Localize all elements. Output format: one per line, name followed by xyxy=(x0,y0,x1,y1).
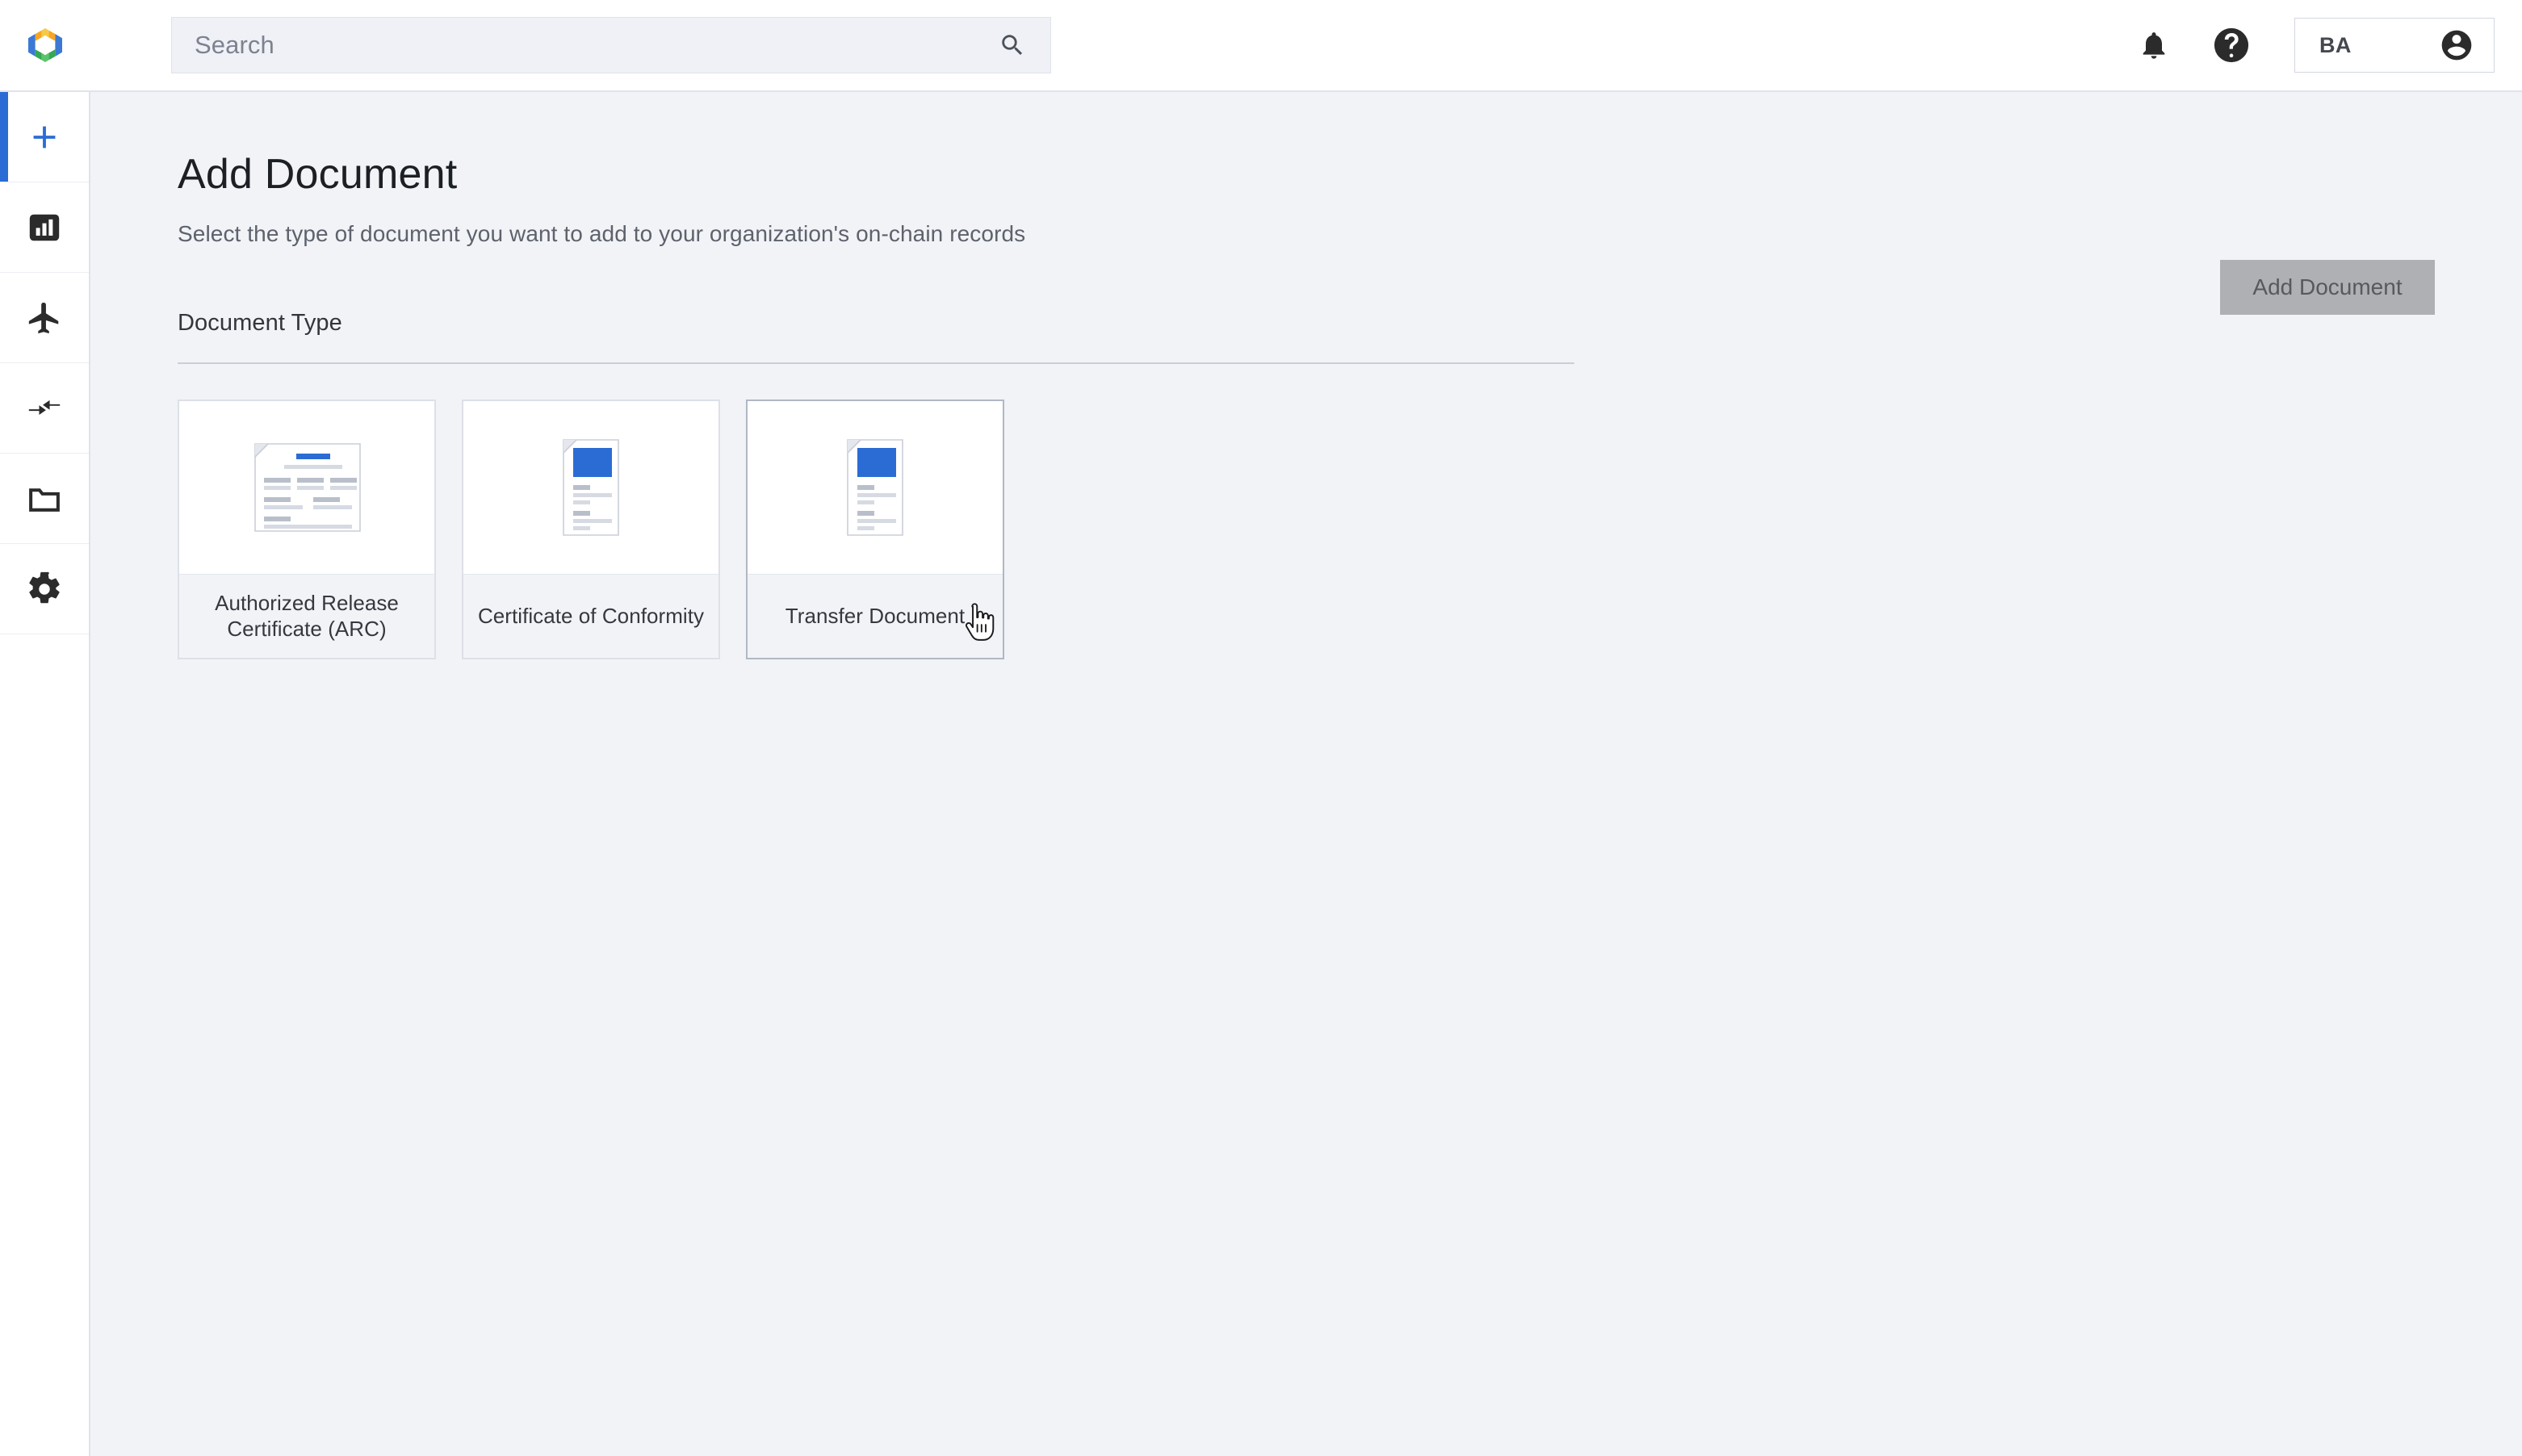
gear-icon xyxy=(29,571,60,603)
sidebar-item-settings[interactable] xyxy=(0,544,89,634)
plus-icon xyxy=(33,126,56,148)
account-initials: BA xyxy=(2319,32,2352,57)
header-actions: BA xyxy=(2115,6,2495,84)
help-circle-icon xyxy=(2214,27,2249,63)
main-content: Add Document Select the type of document… xyxy=(90,92,2522,1456)
page-header: Add Document Select the type of document… xyxy=(90,92,2522,315)
document-portrait-thumbnail xyxy=(563,439,619,536)
help-button[interactable] xyxy=(2193,6,2270,84)
card-thumbnail xyxy=(748,401,1003,574)
sidebar-item-aircraft[interactable] xyxy=(0,273,89,363)
card-footer: Authorized Release Certificate (ARC) xyxy=(179,574,434,658)
card-thumbnail xyxy=(463,401,718,574)
account-circle-icon xyxy=(2441,30,2472,61)
bar-chart-icon xyxy=(29,214,60,241)
document-type-card-arc[interactable]: Authorized Release Certificate (ARC) xyxy=(178,400,436,659)
body: Add Document Select the type of document… xyxy=(0,92,2522,1456)
account-menu[interactable]: BA xyxy=(2294,18,2495,73)
card-label: Authorized Release Certificate (ARC) xyxy=(215,590,399,641)
document-type-label: Document Type xyxy=(178,310,342,336)
card-footer: Certificate of Conformity xyxy=(463,574,718,658)
document-type-list: Authorized Release Certificate (ARC) i xyxy=(178,400,2522,659)
sidebar-item-documents[interactable] xyxy=(0,454,89,544)
card-thumbnail xyxy=(179,401,434,574)
sidebar-item-transfers[interactable] xyxy=(0,363,89,454)
document-portrait-thumbnail xyxy=(847,439,903,536)
section-divider xyxy=(178,362,1574,364)
card-label: Transfer Document xyxy=(785,603,966,628)
notifications-button[interactable] xyxy=(2115,6,2193,84)
bell-icon xyxy=(2143,32,2165,59)
transfer-arrows-icon xyxy=(28,400,61,415)
sidebar-item-analytics[interactable] xyxy=(0,182,89,273)
add-document-button[interactable]: Add Document xyxy=(2220,260,2435,315)
app-root: Search BA Add Document Select the type o… xyxy=(0,0,2522,1456)
app-logo[interactable] xyxy=(0,23,90,68)
airplane-icon xyxy=(28,302,59,333)
search-placeholder: Search xyxy=(195,31,274,59)
document-type-card-coc[interactable]: i xyxy=(462,400,720,659)
page-title: Add Document xyxy=(178,151,458,198)
search-input[interactable]: Search xyxy=(171,17,1051,73)
folder-icon xyxy=(29,487,60,512)
document-type-section: Document Type xyxy=(178,310,1574,364)
hexagon-logo-icon xyxy=(28,28,62,62)
card-label: Certificate of Conformity xyxy=(477,603,705,628)
document-landscape-thumbnail xyxy=(254,443,361,532)
sidebar-item-add[interactable] xyxy=(0,92,89,182)
page-subtitle: Select the type of document you want to … xyxy=(178,221,1026,246)
document-type-card-transfer[interactable]: i xyxy=(746,400,1004,659)
sidebar xyxy=(0,92,90,1456)
top-header: Search BA xyxy=(0,0,2522,92)
search-icon[interactable] xyxy=(999,31,1026,59)
card-footer: Transfer Document xyxy=(748,574,1003,658)
